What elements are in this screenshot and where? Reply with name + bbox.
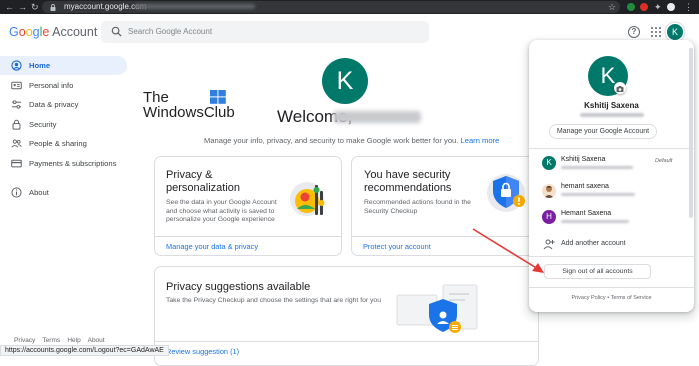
card-title: Privacy & personalization <box>166 169 240 194</box>
privacy-personalization-card[interactable]: Privacy & personalization See the data i… <box>154 156 342 256</box>
account-email-redacted <box>561 220 629 223</box>
learn-more-link[interactable]: Learn more <box>461 136 500 145</box>
search-placeholder: Search Google Account <box>128 27 213 36</box>
privacy-checkup-illustration-icon <box>396 284 478 333</box>
sidebar-item-label: Personal info <box>29 81 74 90</box>
add-account-label: Add another account <box>561 240 626 247</box>
apps-grid-icon[interactable] <box>651 27 661 37</box>
footer-link-help[interactable]: Help <box>67 337 80 344</box>
sidebar-item-people-sharing[interactable]: People & sharing <box>0 134 127 153</box>
protect-account-link[interactable]: Protect your account <box>363 242 431 251</box>
status-bar-url: https://accounts.google.com/Logout?ec=GA… <box>0 345 169 356</box>
sidebar-item-label: Security <box>29 120 57 129</box>
account-name: Hemant Saxena <box>561 210 612 217</box>
google-wordmark: Google <box>9 25 50 39</box>
account-avatar: K <box>542 156 556 170</box>
data-privacy-icon <box>11 100 22 109</box>
sidebar-item-label: People & sharing <box>29 139 87 148</box>
manage-account-button[interactable]: Manage your Google Account <box>549 124 657 139</box>
browser-toolbar: ← → ↻ myaccount.google.com ☆ ✦ ⋮ <box>0 0 699 14</box>
account-name: Kshitij Saxena <box>561 156 606 163</box>
camera-icon[interactable] <box>614 82 626 94</box>
sign-out-all-button[interactable]: Sign out of all accounts <box>544 264 651 279</box>
footer-link-about[interactable]: About <box>88 337 105 344</box>
account-photo-avatar <box>542 184 556 198</box>
sidebar-item-about[interactable]: About <box>0 183 127 202</box>
card-description: See the data in your Google Account and … <box>166 199 277 224</box>
manage-data-privacy-link[interactable]: Manage your data & privacy <box>166 242 258 251</box>
lock-icon <box>12 119 21 130</box>
account-email-redacted <box>561 166 633 169</box>
extension-icon[interactable] <box>640 3 648 11</box>
account-avatar-button[interactable]: K <box>667 24 683 40</box>
sidebar-item-home[interactable]: Home <box>0 56 127 75</box>
back-arrow-icon[interactable]: ← <box>5 2 14 12</box>
info-icon <box>11 187 22 198</box>
url-domain: myaccount.google.com <box>64 2 147 11</box>
footer-link-privacy[interactable]: Privacy <box>14 337 35 344</box>
account-email-redacted <box>561 193 635 196</box>
divider <box>529 256 694 257</box>
account-switcher-popup: K Kshitij Saxena Manage your Google Acco… <box>529 40 694 312</box>
watermark-line: WindowsClub <box>143 104 235 121</box>
search-icon <box>111 26 122 37</box>
payment-card-icon <box>11 159 22 168</box>
divider <box>529 148 694 149</box>
account-avatar: H <box>542 210 556 224</box>
security-shield-icon <box>487 174 525 212</box>
privacy-illustration-icon <box>290 182 325 216</box>
puzzle-icon[interactable]: ✦ <box>654 2 662 12</box>
google-account-logo[interactable]: Google Account <box>9 25 97 39</box>
default-tag: Default <box>655 158 673 164</box>
popup-account-name: Kshitij Saxena <box>584 101 639 110</box>
divider <box>529 287 694 288</box>
card-footer <box>155 341 538 342</box>
sidebar-item-security[interactable]: Security <box>0 115 127 134</box>
people-icon <box>11 139 22 148</box>
footer-separator: • <box>607 295 610 301</box>
profile-icon[interactable] <box>667 3 675 11</box>
sidebar-item-payments[interactable]: Payments & subscriptions <box>0 154 127 173</box>
popup-footer: Privacy Policy • Terms of Service <box>529 295 694 301</box>
windows-flag-icon <box>210 90 226 104</box>
terms-of-service-link[interactable]: Terms of Service <box>611 295 652 301</box>
kebab-menu-icon[interactable]: ⋮ <box>684 2 693 12</box>
privacy-suggestions-card[interactable]: Privacy suggestions available Take the P… <box>154 266 539 366</box>
account-name: hemant saxena <box>561 183 609 190</box>
star-icon[interactable]: ☆ <box>608 2 616 12</box>
search-box[interactable]: Search Google Account <box>101 21 429 43</box>
forward-arrow-icon[interactable]: → <box>18 2 27 12</box>
profile-avatar[interactable]: K <box>322 58 368 104</box>
card-description: Recommended actions found in the Securit… <box>364 199 471 215</box>
popup-email-redacted <box>580 113 644 117</box>
sidebar-item-label: Home <box>29 61 51 70</box>
personal-info-icon <box>11 81 22 90</box>
sidebar-item-label: About <box>29 188 49 197</box>
footer-links: Privacy Terms Help About <box>14 337 105 344</box>
extension-icon[interactable] <box>627 3 635 11</box>
sidebar-item-data-privacy[interactable]: Data & privacy <box>0 95 127 114</box>
reload-icon[interactable]: ↻ <box>31 2 39 12</box>
review-suggestion-link[interactable]: Review suggestion (1) <box>166 347 239 356</box>
welcome-name-redacted <box>333 111 421 123</box>
home-icon <box>11 60 22 71</box>
card-title: Privacy suggestions available <box>166 281 311 293</box>
page-subtitle: Manage your info, privacy, and security … <box>204 136 499 145</box>
subtitle-text: Manage your info, privacy, and security … <box>204 136 459 145</box>
annotation-arrow-icon <box>472 228 544 273</box>
footer-link-terms[interactable]: Terms <box>42 337 60 344</box>
sidebar-item-label: Payments & subscriptions <box>29 159 117 168</box>
sidebar-item-label: Data & privacy <box>29 100 79 109</box>
url-path-redacted <box>135 4 255 9</box>
card-title: You have security recommendations <box>364 169 452 194</box>
card-footer: Manage your data & privacy <box>155 236 341 255</box>
logo-account-word: Account <box>52 25 98 39</box>
sidebar-item-personal-info[interactable]: Personal info <box>0 76 127 95</box>
help-icon[interactable]: ? <box>628 26 640 38</box>
popup-scrollbar[interactable] <box>689 48 693 218</box>
padlock-icon <box>50 4 56 11</box>
card-description: Take the Privacy Checkup and choose the … <box>166 297 381 304</box>
privacy-policy-link[interactable]: Privacy Policy <box>571 295 605 301</box>
